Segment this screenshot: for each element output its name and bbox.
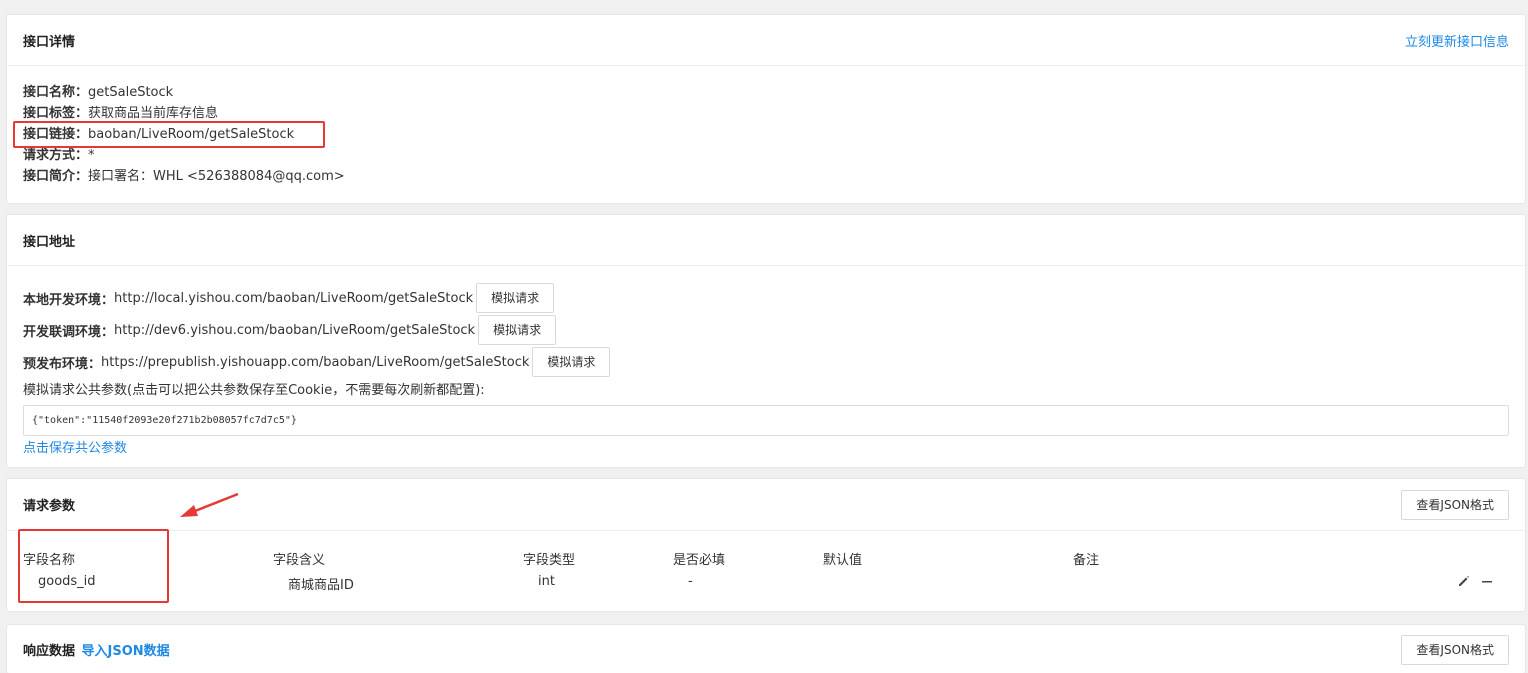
env-row-dev: 开发联调环境： http://dev6.yishou.com/baoban/Li… [23, 314, 1509, 346]
api-detail-body: 接口名称：getSaleStock 接口标签：获取商品当前库存信息 接口链接：b… [7, 66, 1525, 187]
detail-label: 请求方式： [23, 148, 89, 163]
column-header: 默认值 [823, 553, 863, 568]
detail-row-method: 请求方式：* [23, 145, 1509, 166]
detail-row-link: 接口链接：baoban/LiveRoom/getSaleStock [23, 124, 1509, 145]
detail-value: * [88, 148, 95, 163]
api-detail-header: 接口详情 立刻更新接口信息 [7, 15, 1525, 66]
api-address-panel: 接口地址 本地开发环境： http://local.yishou.com/bao… [6, 214, 1526, 468]
field-type: int [538, 574, 555, 589]
refresh-api-info-link[interactable]: 立刻更新接口信息 [1405, 31, 1509, 50]
api-address-title: 接口地址 [23, 234, 76, 250]
arrow-icon [180, 492, 239, 517]
common-params-input[interactable]: {"token":"11540f2093e20f271b2b08057fc7d7… [23, 405, 1509, 436]
mock-request-button[interactable]: 模拟请求 [476, 283, 555, 313]
detail-value: baoban/LiveRoom/getSaleStock [88, 127, 295, 142]
edit-icon[interactable] [1457, 573, 1471, 592]
detail-value: getSaleStock [88, 85, 174, 100]
save-common-params-link[interactable]: 点击保存共公参数 [23, 441, 127, 456]
mock-request-button[interactable]: 模拟请求 [478, 315, 557, 345]
request-params-title: 请求参数 [23, 499, 76, 514]
column-header: 字段名称 [23, 553, 76, 568]
column-header: 字段类型 [523, 553, 576, 568]
column-header: 字段含义 [273, 553, 326, 568]
import-json-link[interactable]: 导入JSON数据 [82, 644, 170, 659]
detail-label: 接口标签： [23, 106, 89, 121]
response-header: 响应数据 导入JSON数据 查看JSON格式 [7, 625, 1525, 673]
env-row-prepublish: 预发布环境： https://prepublish.yishouapp.com/… [23, 346, 1509, 378]
column-header: 是否必填 [673, 553, 726, 568]
env-row-local: 本地开发环境： http://local.yishou.com/baoban/L… [23, 282, 1509, 314]
api-detail-title: 接口详情 [23, 34, 76, 50]
api-address-header: 接口地址 [7, 215, 1525, 266]
detail-value: 获取商品当前库存信息 [88, 106, 219, 121]
view-json-button[interactable]: 查看JSON格式 [1401, 489, 1509, 520]
detail-row-name: 接口名称：getSaleStock [23, 82, 1509, 103]
field-required: - [688, 574, 693, 589]
env-url: https://prepublish.yishouapp.com/baoban/… [101, 354, 530, 370]
env-label: 预发布环境： [23, 356, 102, 372]
detail-label: 接口名称： [23, 85, 89, 100]
remove-icon[interactable] [1481, 573, 1493, 592]
detail-label: 接口简介： [23, 169, 89, 184]
field-name: goods_id [38, 574, 96, 589]
api-doc-page: 接口详情 立刻更新接口信息 接口名称：getSaleStock 接口标签：获取商… [0, 0, 1528, 673]
detail-row-tag: 接口标签：获取商品当前库存信息 [23, 103, 1509, 124]
view-json-button[interactable]: 查看JSON格式 [1401, 634, 1509, 665]
detail-row-intro: 接口简介：接口署名：WHL <526388084@qq.com> [23, 166, 1509, 187]
env-label: 本地开发环境： [23, 292, 115, 308]
api-address-body: 本地开发环境： http://local.yishou.com/baoban/L… [7, 266, 1525, 459]
env-url: http://dev6.yishou.com/baoban/LiveRoom/g… [114, 322, 476, 338]
response-title: 响应数据 [23, 644, 76, 659]
env-url: http://local.yishou.com/baoban/LiveRoom/… [114, 290, 474, 306]
field-meaning: 商城商品ID [288, 578, 354, 593]
detail-value: 接口署名：WHL <526388084@qq.com> [88, 169, 345, 184]
api-detail-panel: 接口详情 立刻更新接口信息 接口名称：getSaleStock 接口标签：获取商… [6, 14, 1526, 204]
column-header: 备注 [1073, 553, 1100, 568]
mock-request-button[interactable]: 模拟请求 [532, 347, 611, 377]
params-hint: 模拟请求公共参数(点击可以把公共参数保存至Cookie，不需要每次刷新都配置): [23, 383, 485, 398]
detail-label: 接口链接： [23, 127, 89, 142]
env-label: 开发联调环境： [23, 324, 115, 340]
response-panel: 响应数据 导入JSON数据 查看JSON格式 [6, 624, 1526, 673]
